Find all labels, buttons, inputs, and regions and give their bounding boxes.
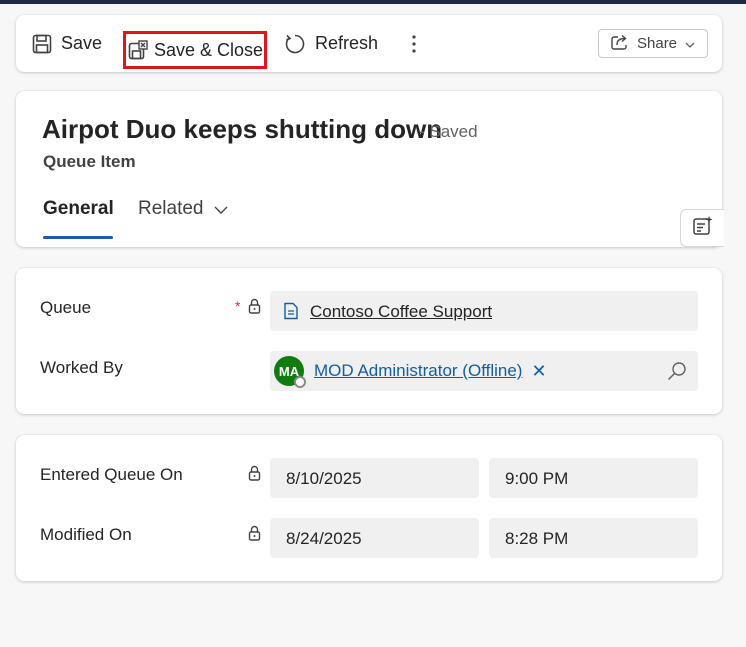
queue-section: Queue * Contoso Coffee Support Worked By… — [16, 268, 722, 414]
share-label: Share — [637, 35, 678, 52]
record-header: Airpot Duo keeps shutting down - Saved Q… — [16, 91, 724, 247]
command-bar: Save Save & Close Refresh Share — [16, 15, 722, 72]
tab-related-label: Related — [138, 198, 204, 219]
entered-queue-on-label: Entered Queue On — [40, 465, 183, 484]
queue-field[interactable]: Contoso Coffee Support — [270, 291, 698, 331]
tab-general[interactable]: General — [43, 198, 114, 220]
modified-on-time[interactable]: 8:28 PM — [489, 518, 698, 558]
chevron-down-icon — [685, 35, 695, 52]
modified-on-date[interactable]: 8/24/2025 — [270, 518, 479, 558]
worked-by-link[interactable]: MOD Administrator (Offline) — [314, 361, 522, 381]
share-button[interactable]: Share — [598, 29, 708, 58]
more-vertical-icon — [411, 33, 417, 55]
modified-on-label: Modified On — [40, 525, 132, 544]
dates-section: Entered Queue On 8/10/2025 9:00 PM Modif… — [16, 435, 722, 581]
lock-icon — [248, 525, 261, 546]
worked-by-lookup-tag: MA MOD Administrator (Offline) ✕ — [274, 356, 547, 388]
save-and-close-label: Save & Close — [154, 39, 264, 60]
save-and-close-button[interactable]: Save & Close — [123, 31, 267, 69]
entity-icon — [283, 302, 299, 325]
top-bar — [0, 0, 746, 4]
avatar: MA — [274, 356, 306, 388]
worked-by-field[interactable]: MA MOD Administrator (Offline) ✕ — [270, 351, 698, 391]
entity-name: Queue Item — [43, 152, 136, 171]
share-icon — [611, 34, 629, 54]
save-close-icon — [128, 40, 148, 60]
required-indicator: * — [235, 298, 241, 314]
queue-link[interactable]: Contoso Coffee Support — [310, 302, 492, 322]
queue-label: Queue — [40, 298, 92, 317]
more-commands-button[interactable] — [404, 15, 424, 72]
entered-time-value: 9:00 PM — [505, 469, 569, 488]
entered-queue-on-date[interactable]: 8/10/2025 — [270, 458, 479, 498]
tab-related[interactable]: Related — [138, 198, 228, 220]
copilot-summary-button[interactable] — [680, 209, 724, 247]
remove-value-button[interactable]: ✕ — [531, 361, 546, 382]
lock-icon — [248, 298, 261, 319]
save-label: Save — [61, 33, 103, 53]
lock-icon — [248, 465, 261, 486]
tab-selected-indicator — [43, 236, 113, 239]
save-status: - Saved — [419, 122, 478, 141]
presence-offline-icon — [294, 376, 306, 388]
worked-by-label: Worked By — [40, 358, 123, 377]
modified-time-value: 8:28 PM — [505, 529, 569, 548]
save-button[interactable]: Save — [32, 15, 102, 72]
copilot-icon — [692, 215, 714, 242]
refresh-label: Refresh — [315, 33, 379, 53]
entered-date-value: 8/10/2025 — [286, 469, 362, 488]
chevron-down-icon — [204, 198, 228, 220]
record-title: Airpot Duo keeps shutting down — [42, 114, 443, 144]
refresh-button[interactable]: Refresh — [284, 15, 378, 72]
entered-queue-on-time[interactable]: 9:00 PM — [489, 458, 698, 498]
search-icon[interactable] — [667, 361, 687, 386]
save-icon — [32, 34, 52, 54]
modified-date-value: 8/24/2025 — [286, 529, 362, 548]
refresh-icon — [284, 33, 306, 55]
